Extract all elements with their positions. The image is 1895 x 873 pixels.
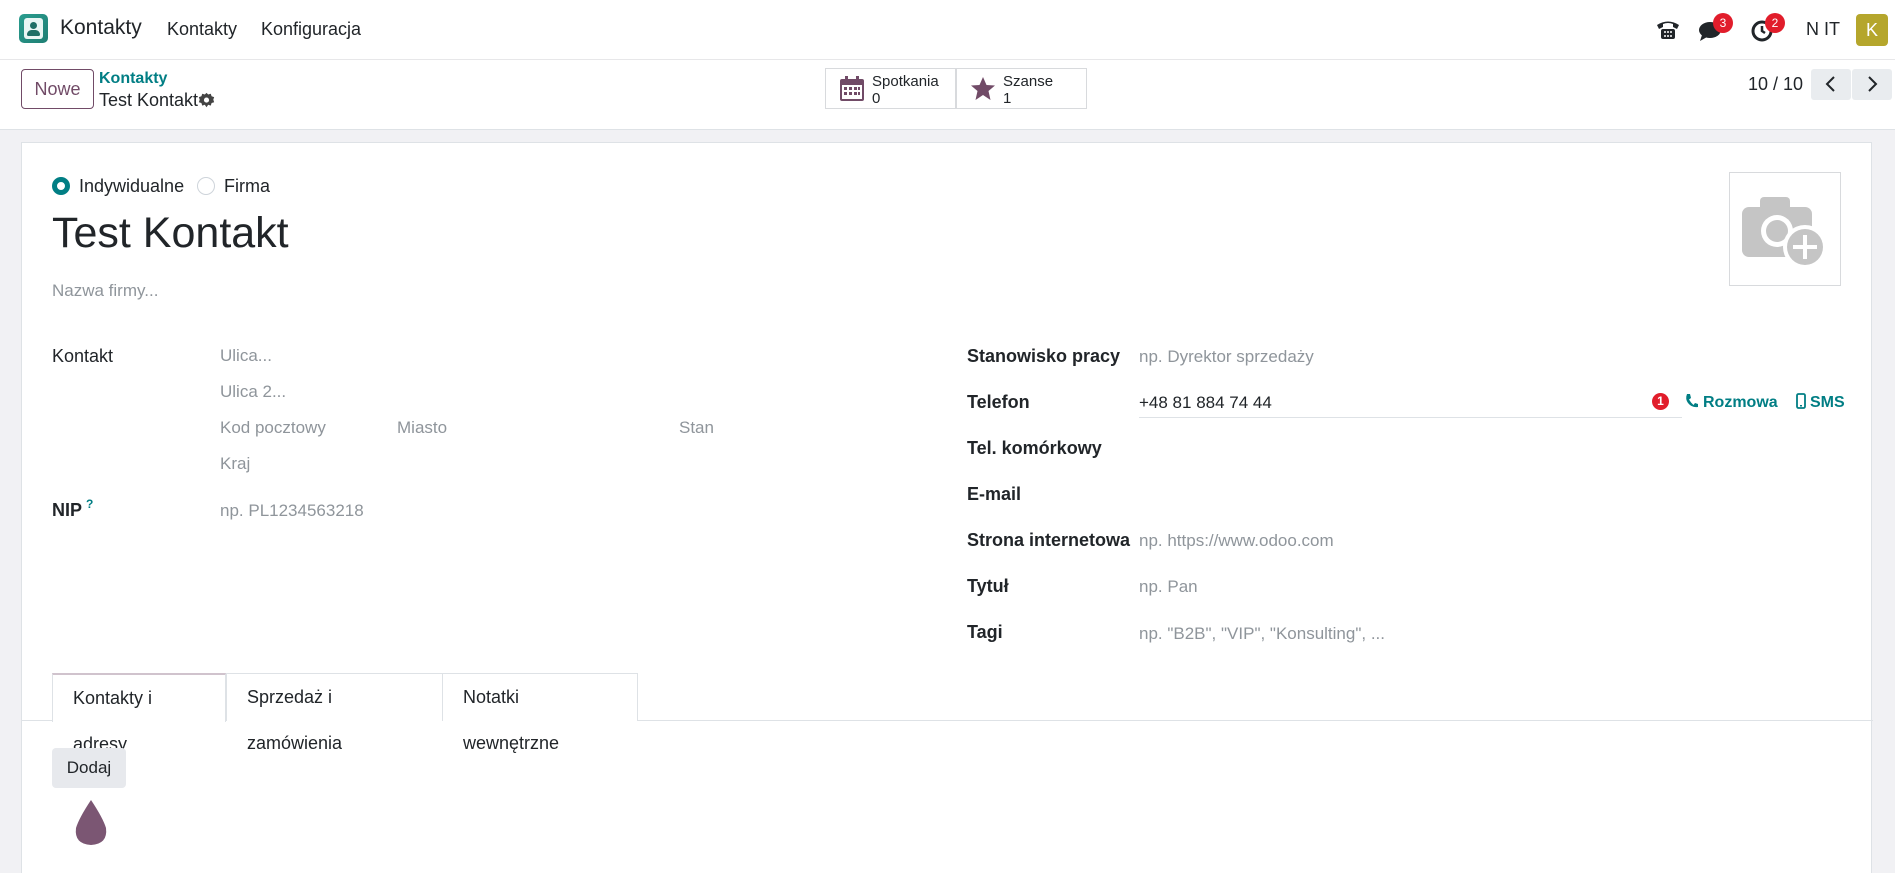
tab-contacts-addresses[interactable]: Kontakty i adresy bbox=[52, 673, 226, 754]
city-input[interactable]: Miasto bbox=[397, 418, 447, 438]
breadcrumb-current: Test Kontakt bbox=[99, 90, 199, 110]
website-input[interactable]: np. https://www.odoo.com bbox=[1139, 531, 1334, 551]
phone-input[interactable]: +48 81 884 74 44 bbox=[1139, 393, 1272, 413]
title-input[interactable]: np. Pan bbox=[1139, 577, 1198, 597]
street2-input[interactable]: Ulica 2... bbox=[220, 382, 286, 402]
address-label: Kontakt bbox=[52, 346, 114, 366]
phone-warning-badge[interactable]: 1 bbox=[1652, 393, 1669, 410]
street-input[interactable]: Ulica... bbox=[220, 346, 272, 366]
job-position-label: Stanowisko pracy bbox=[967, 346, 1121, 366]
website-label: Strona internetowa bbox=[967, 530, 1131, 550]
top-navbar: Kontakty Kontakty Konfiguracja 3 2 N IT … bbox=[0, 0, 1895, 60]
app-name[interactable]: Kontakty bbox=[60, 16, 142, 40]
activities-badge: 2 bbox=[1765, 13, 1785, 33]
messages-badge: 3 bbox=[1713, 13, 1733, 33]
zip-input[interactable]: Kod pocztowy bbox=[220, 418, 326, 438]
tab-internal-notes[interactable]: Notatki wewnętrzne bbox=[442, 673, 638, 753]
meetings-count: 0 bbox=[872, 90, 881, 107]
meetings-label: Spotkania bbox=[872, 73, 939, 90]
country-input[interactable]: Kraj bbox=[220, 454, 250, 474]
state-input[interactable]: Stan bbox=[679, 418, 714, 438]
radio-company-label[interactable]: Firma bbox=[224, 176, 270, 197]
contacts-app-icon[interactable] bbox=[19, 14, 48, 43]
control-panel: Nowe Kontakty Test Kontakt Spotkania 0 S… bbox=[0, 60, 1895, 130]
star-icon bbox=[971, 77, 995, 100]
photo-upload[interactable] bbox=[1729, 172, 1841, 286]
tags-label: Tagi bbox=[967, 622, 1003, 642]
tab-sales-purchases[interactable]: Sprzedaż i zamówienia bbox=[226, 673, 443, 753]
phone-label: Telefon bbox=[967, 392, 1030, 412]
phone-input-underline bbox=[1139, 417, 1682, 418]
add-contact-button[interactable]: Dodaj bbox=[52, 748, 126, 788]
gear-icon[interactable] bbox=[198, 92, 215, 109]
vat-help-tooltip[interactable]: ? bbox=[86, 497, 93, 511]
pager-previous-button[interactable] bbox=[1811, 69, 1851, 100]
breadcrumb-parent[interactable]: Kontakty bbox=[99, 70, 167, 88]
phone-call-icon[interactable] bbox=[1685, 393, 1699, 409]
radio-individual[interactable] bbox=[52, 177, 70, 195]
radio-individual-label[interactable]: Indywidualne bbox=[79, 176, 184, 197]
menu-configuration[interactable]: Konfiguracja bbox=[261, 19, 361, 40]
company-switcher[interactable]: N IT bbox=[1806, 19, 1840, 40]
vat-input[interactable]: np. PL1234563218 bbox=[220, 501, 364, 521]
new-button[interactable]: Nowe bbox=[21, 69, 94, 109]
sms-link[interactable]: SMS bbox=[1810, 394, 1845, 412]
radio-company[interactable] bbox=[197, 177, 215, 195]
chevron-right-icon bbox=[1868, 76, 1878, 92]
tags-input[interactable]: np. "B2B", "VIP", "Konsulting", ... bbox=[1139, 624, 1385, 644]
opportunities-label: Szanse bbox=[1003, 73, 1054, 90]
company-name-input[interactable]: Nazwa firmy... bbox=[52, 281, 158, 301]
chevron-left-icon bbox=[1825, 76, 1835, 92]
mobile-icon[interactable] bbox=[1796, 393, 1806, 409]
email-label: E-mail bbox=[967, 484, 1022, 504]
mobile-label: Tel. komórkowy bbox=[967, 438, 1102, 458]
form-sheet: Indywidualne Firma Test Kontakt Nazwa fi… bbox=[21, 142, 1873, 873]
calendar-icon bbox=[840, 76, 864, 101]
vat-label: NIP bbox=[52, 500, 83, 520]
droplet-icon bbox=[75, 800, 107, 845]
opportunities-stat-button[interactable]: Szanse 1 bbox=[956, 68, 1087, 109]
meetings-stat-button[interactable]: Spotkania 0 bbox=[825, 68, 956, 109]
contact-name-input[interactable]: Test Kontakt bbox=[52, 209, 289, 258]
camera-plus-icon bbox=[1742, 197, 1827, 269]
opportunities-count: 1 bbox=[1003, 90, 1012, 107]
pager-value[interactable]: 10 / 10 bbox=[1748, 74, 1803, 95]
phone-icon[interactable] bbox=[1654, 16, 1682, 44]
pager-next-button[interactable] bbox=[1852, 69, 1892, 100]
user-avatar[interactable]: K bbox=[1856, 14, 1888, 46]
job-position-input[interactable]: np. Dyrektor sprzedaży bbox=[1139, 347, 1314, 367]
menu-contacts[interactable]: Kontakty bbox=[167, 19, 237, 40]
title-label: Tytuł bbox=[967, 576, 1009, 596]
call-link[interactable]: Rozmowa bbox=[1703, 394, 1778, 412]
